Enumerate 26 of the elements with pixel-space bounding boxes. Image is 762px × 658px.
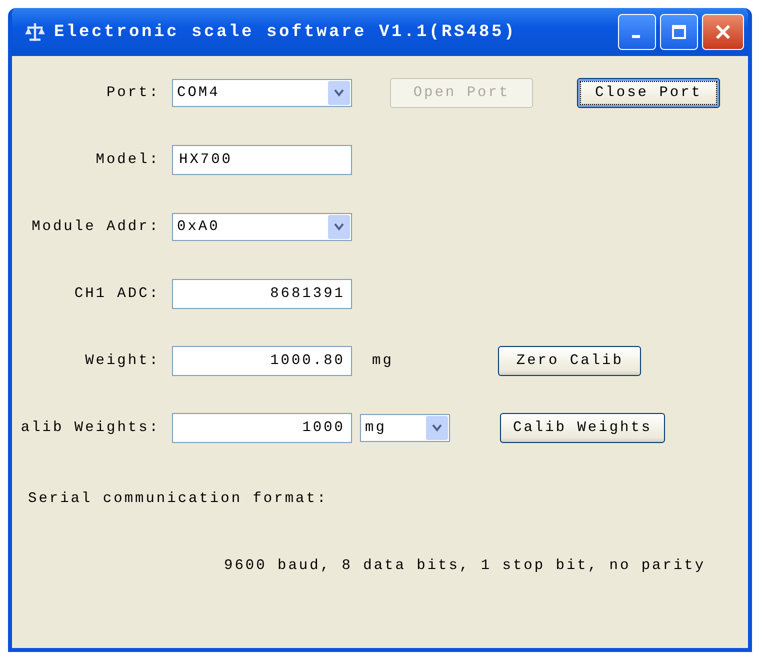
maximize-button[interactable] bbox=[660, 14, 698, 50]
dropdown[interactable]: 0xA0 bbox=[172, 213, 352, 241]
push-button[interactable]: Close Port bbox=[577, 78, 720, 108]
minimize-button[interactable] bbox=[618, 14, 656, 50]
input-field[interactable]: 1000 bbox=[172, 413, 352, 443]
scale-icon bbox=[24, 21, 46, 43]
window-title: Electronic scale software V1.1(RS485) bbox=[54, 22, 517, 42]
input-field[interactable]: 1000.80 bbox=[172, 346, 352, 376]
push-button[interactable]: Calib Weights bbox=[500, 413, 666, 443]
maximize-icon[interactable] bbox=[669, 22, 689, 42]
unit-label: mg bbox=[372, 353, 394, 369]
dropdown[interactable]: COM4 bbox=[172, 79, 352, 107]
close-button[interactable] bbox=[702, 14, 744, 50]
field-label: Weight: bbox=[84, 353, 160, 369]
field-label: Module Addr: bbox=[30, 219, 160, 235]
field-label: alib Weights: bbox=[20, 420, 160, 436]
format-heading: Serial communication format: bbox=[28, 491, 329, 507]
format-details: 9600 baud, 8 data bits, 1 stop bit, no parity bbox=[224, 558, 707, 574]
field-label: CH1 ADC: bbox=[73, 286, 160, 302]
input-field[interactable]: HX700 bbox=[172, 145, 352, 175]
input-field[interactable]: 8681391 bbox=[172, 279, 352, 309]
unit-dropdown[interactable]: mg bbox=[360, 414, 450, 442]
field-label: Model: bbox=[94, 152, 160, 168]
close-icon[interactable] bbox=[713, 22, 733, 42]
push-button[interactable]: Zero Calib bbox=[498, 346, 642, 376]
field-label: Port: bbox=[105, 85, 160, 101]
